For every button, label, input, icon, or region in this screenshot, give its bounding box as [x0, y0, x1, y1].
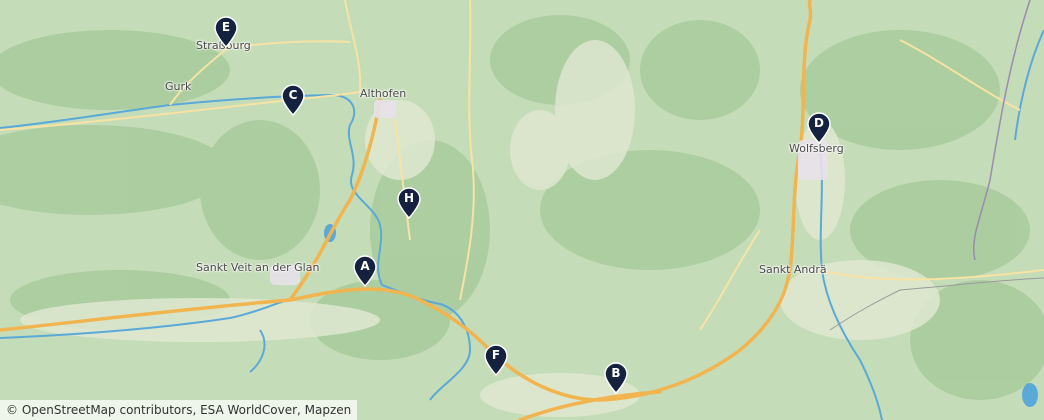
map-marker-a[interactable]: A: [352, 255, 378, 287]
marker-label: C: [288, 88, 298, 102]
map-marker-h[interactable]: H: [396, 187, 422, 219]
map-marker-b[interactable]: B: [603, 362, 629, 394]
terrain-layer: [0, 0, 1044, 420]
map-marker-f[interactable]: F: [483, 344, 509, 376]
place-label-sankt-veit: Sankt Veit an der Glan: [196, 261, 320, 274]
place-label-gurk: Gurk: [165, 80, 192, 93]
marker-label: A: [360, 259, 370, 273]
marker-label: E: [221, 20, 231, 34]
marker-label: D: [814, 116, 824, 130]
place-label-althofen: Althofen: [360, 87, 407, 100]
marker-label: H: [403, 191, 415, 205]
marker-label: B: [611, 366, 621, 380]
map-attribution[interactable]: © OpenStreetMap contributors, ESA WorldC…: [0, 400, 358, 420]
map-marker-d[interactable]: D: [806, 112, 832, 144]
map-canvas[interactable]: Straßburg Gurk Althofen Wolfsberg Sankt …: [0, 0, 1044, 420]
map-marker-e[interactable]: E: [213, 16, 239, 48]
place-label-sankt-andra: Sankt Andrä: [759, 263, 827, 276]
map-marker-c[interactable]: C: [280, 84, 306, 116]
marker-label: F: [491, 348, 501, 362]
